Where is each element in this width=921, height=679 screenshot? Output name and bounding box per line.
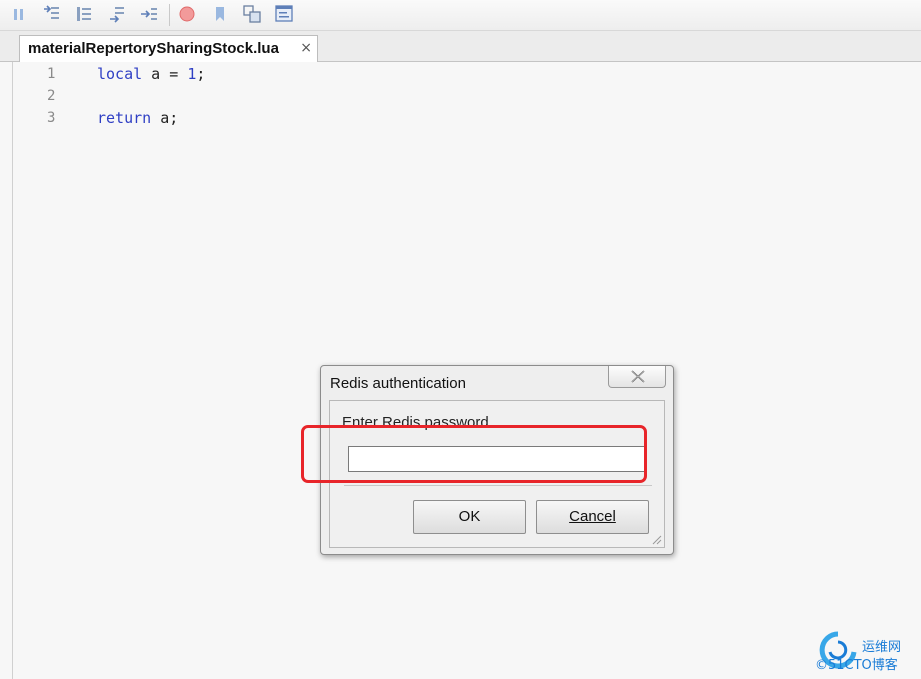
- keyword-token: local: [97, 65, 143, 83]
- close-icon: [631, 370, 645, 383]
- line-number: 2: [47, 88, 56, 104]
- code-text: local a = 1;: [97, 63, 205, 85]
- console-icon[interactable]: [274, 4, 294, 24]
- close-icon[interactable]: ×: [300, 40, 312, 56]
- ok-button[interactable]: OK: [413, 500, 526, 534]
- dialog-close-button[interactable]: [608, 366, 666, 388]
- step-out-icon[interactable]: [107, 4, 127, 24]
- step-over-icon[interactable]: [74, 4, 94, 24]
- breakpoint-icon[interactable]: [177, 4, 197, 24]
- bookmark-icon[interactable]: [210, 4, 230, 24]
- divider: [344, 485, 652, 486]
- variables-icon[interactable]: [242, 4, 262, 24]
- dialog-title: Redis authentication: [330, 375, 466, 392]
- pause-icon[interactable]: [9, 4, 29, 24]
- number-token: 1: [187, 65, 197, 83]
- line-number: 1: [47, 66, 56, 82]
- annotation-highlight: [301, 425, 647, 483]
- watermark-site: 运维网: [862, 640, 902, 655]
- cancel-button-label: Cancel: [569, 508, 616, 525]
- toolbar-separator: [169, 4, 170, 26]
- step-into-icon[interactable]: [41, 4, 61, 24]
- tab-title: materialRepertorySharingStock.lua: [28, 40, 279, 57]
- code-text: return a;: [97, 107, 178, 129]
- code-token: ;: [196, 65, 206, 83]
- tab-file[interactable]: materialRepertorySharingStock.lua ×: [19, 35, 318, 62]
- resize-grip-icon[interactable]: [650, 533, 662, 545]
- code-token: a;: [151, 109, 179, 127]
- keyword-token: return: [97, 109, 152, 127]
- watermark-domain: ©51CTO博客: [815, 658, 898, 673]
- run-to-cursor-icon[interactable]: [139, 4, 159, 24]
- line-number: 3: [47, 110, 56, 126]
- debug-toolbar: [0, 0, 921, 31]
- code-token: a =: [142, 65, 188, 83]
- editor-tab-bar: materialRepertorySharingStock.lua ×: [0, 31, 921, 62]
- cancel-button[interactable]: Cancel: [536, 500, 649, 534]
